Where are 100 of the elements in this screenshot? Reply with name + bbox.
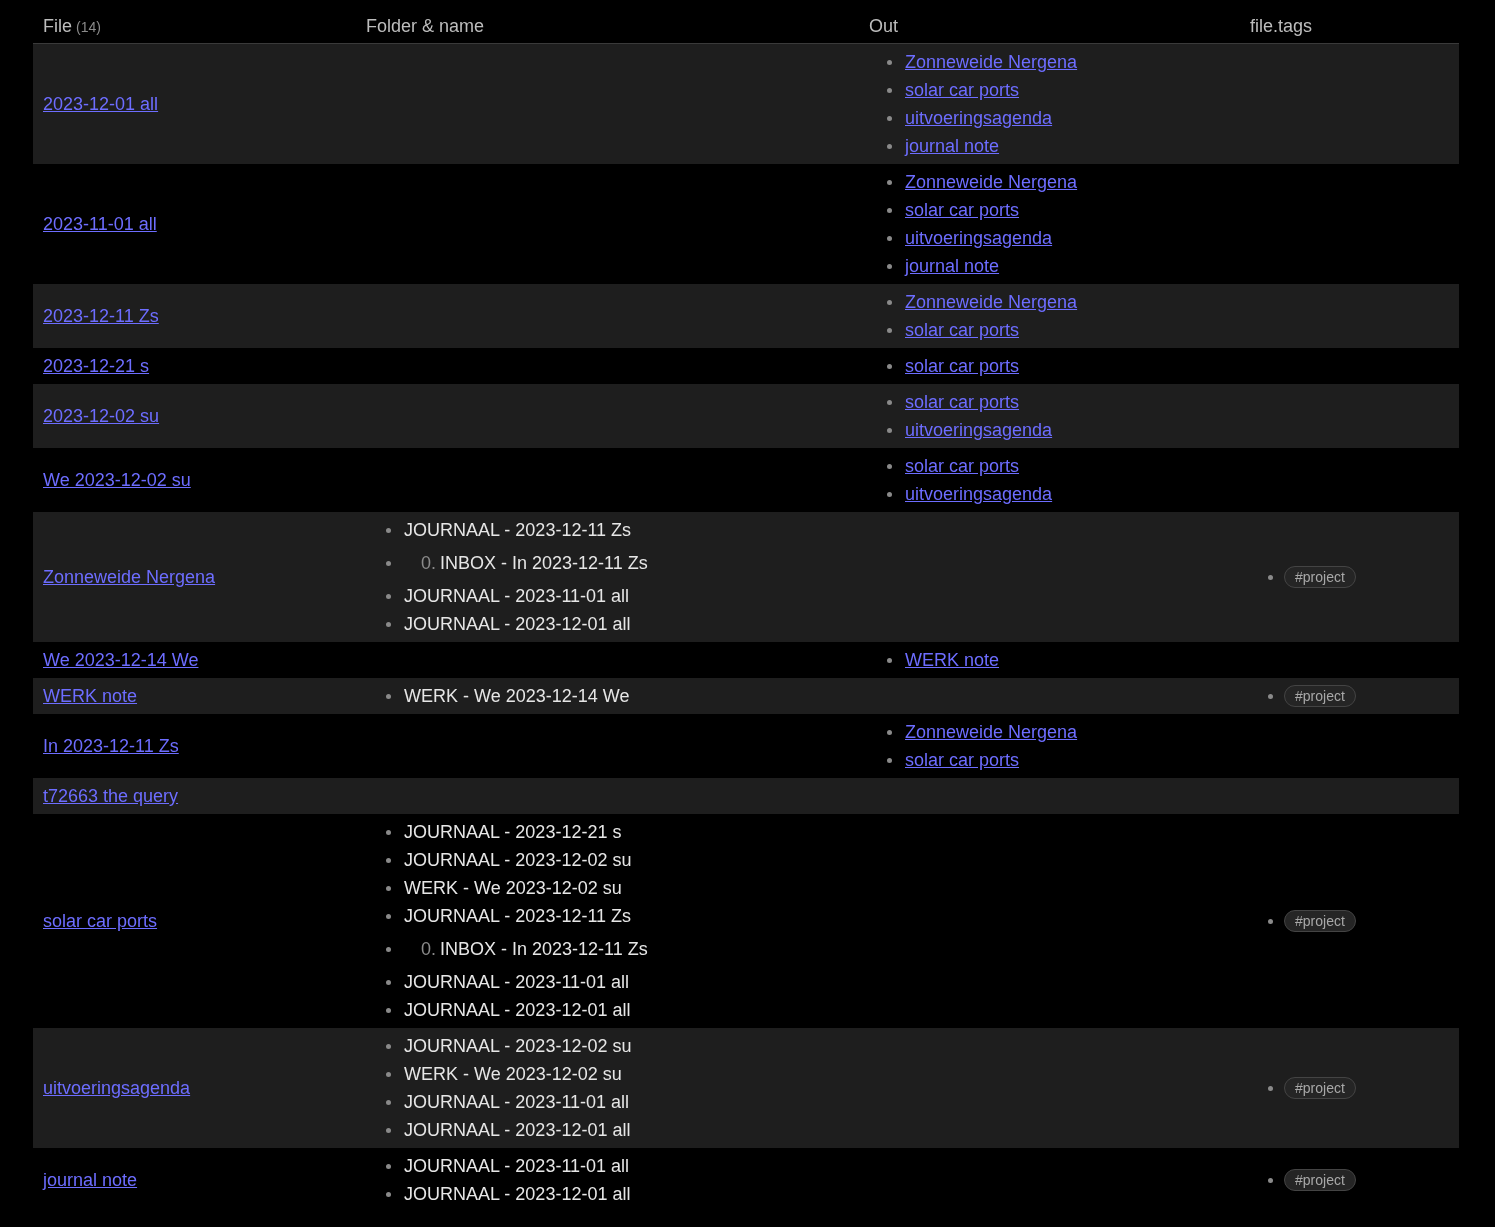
file-link[interactable]: We 2023-12-14 We [43, 650, 199, 670]
file-link[interactable]: WERK note [43, 686, 138, 706]
backlink-text: JOURNAAL - 2023-11-01 all [404, 1091, 630, 1113]
file-link[interactable]: 2023-12-21 s [43, 356, 150, 376]
backlink-text: JOURNAAL - 2023-12-02 su [404, 1035, 632, 1057]
bullet-icon [386, 829, 391, 835]
bullet-icon [887, 657, 892, 663]
bullet-icon [887, 757, 892, 763]
bullet-icon [887, 263, 892, 269]
backlink-text: JOURNAAL - 2023-11-01 all [404, 971, 630, 993]
bullet-icon [386, 560, 391, 566]
bullet-icon [386, 1099, 391, 1105]
outlink[interactable]: Zonneweide Nergena [905, 48, 1078, 76]
bullet-icon [887, 427, 892, 433]
bullet-icon [887, 87, 892, 93]
outlink[interactable]: solar car ports [905, 76, 1020, 104]
column-header: Folder & name [366, 16, 485, 37]
outlink[interactable]: Zonneweide Nergena [905, 168, 1078, 196]
bullet-icon [1268, 1085, 1273, 1091]
tag-pill[interactable]: #project [1284, 685, 1356, 707]
bullet-icon [386, 693, 391, 699]
outlink[interactable]: solar car ports [905, 452, 1020, 480]
list-number: 0. [421, 938, 436, 960]
backlink-text: JOURNAAL - 2023-12-01 all [404, 1119, 631, 1141]
column-header: File [43, 16, 72, 37]
backlink-text: INBOX - In 2023-12-11 Zs [440, 938, 648, 960]
bullet-icon [386, 979, 391, 985]
outlink[interactable]: uitvoeringsagenda [905, 224, 1053, 252]
outlink[interactable]: Zonneweide Nergena [905, 288, 1078, 316]
backlink-text: JOURNAAL - 2023-12-01 all [404, 1183, 631, 1205]
bullet-icon [1268, 918, 1273, 924]
backlink-text: INBOX - In 2023-12-11 Zs [440, 552, 648, 574]
backlink-text: JOURNAAL - 2023-11-01 all [404, 585, 630, 607]
tag-pill[interactable]: #project [1284, 1077, 1356, 1099]
backlink-text: WERK - We 2023-12-02 su [404, 1063, 622, 1085]
file-link[interactable]: 2023-12-01 all [43, 94, 159, 114]
bullet-icon [887, 143, 892, 149]
bullet-icon [887, 235, 892, 241]
outlink[interactable]: solar car ports [905, 746, 1020, 774]
file-link[interactable]: 2023-11-01 all [43, 214, 157, 234]
backlink-text: WERK - We 2023-12-02 su [404, 877, 622, 899]
bullet-icon [887, 729, 892, 735]
bullet-icon [386, 1007, 391, 1013]
outlink[interactable]: Zonneweide Nergena [905, 718, 1078, 746]
tag-pill[interactable]: #project [1284, 910, 1356, 932]
column-header: Out [869, 16, 898, 37]
bullet-icon [887, 207, 892, 213]
file-link[interactable]: uitvoeringsagenda [43, 1078, 191, 1098]
list-number: 0. [421, 552, 436, 574]
outlink[interactable]: WERK note [905, 646, 1000, 674]
outlink[interactable]: journal note [905, 132, 1000, 160]
file-link[interactable]: We 2023-12-02 su [43, 470, 191, 490]
backlink-text: JOURNAAL - 2023-12-11 Zs [404, 519, 632, 541]
bullet-icon [386, 913, 391, 919]
file-link[interactable]: solar car ports [43, 911, 158, 931]
bullet-icon [1268, 1177, 1273, 1183]
outlink[interactable]: solar car ports [905, 316, 1020, 344]
backlink-text: JOURNAAL - 2023-12-02 su [404, 849, 632, 871]
file-link[interactable]: In 2023-12-11 Zs [43, 736, 179, 756]
bullet-icon [386, 1071, 391, 1077]
bullet-icon [386, 1191, 391, 1197]
bullet-icon [887, 463, 892, 469]
outlink[interactable]: solar car ports [905, 352, 1020, 380]
bullet-icon [887, 363, 892, 369]
bullet-icon [386, 1127, 391, 1133]
bullet-icon [887, 115, 892, 121]
bullet-icon [887, 327, 892, 333]
file-link[interactable]: 2023-12-02 su [43, 406, 160, 426]
outlink[interactable]: solar car ports [905, 196, 1020, 224]
bullet-icon [386, 857, 391, 863]
row-count: (14) [76, 19, 101, 35]
bullet-icon [1268, 574, 1273, 580]
backlink-text: JOURNAAL - 2023-12-01 all [404, 613, 631, 635]
backlink-text: WERK - We 2023-12-14 We [404, 685, 630, 707]
tag-pill[interactable]: #project [1284, 566, 1356, 588]
tag-pill[interactable]: #project [1284, 1169, 1356, 1191]
backlink-text: JOURNAAL - 2023-12-11 Zs [404, 905, 632, 927]
outlink[interactable]: solar car ports [905, 388, 1020, 416]
file-link[interactable]: t72663 the query [43, 786, 179, 806]
backlink-text: JOURNAAL - 2023-12-21 s [404, 821, 622, 843]
column-header: file.tags [1250, 16, 1313, 37]
bullet-icon [386, 621, 391, 627]
file-link[interactable]: 2023-12-11 Zs [43, 306, 159, 326]
backlink-text: JOURNAAL - 2023-11-01 all [404, 1155, 630, 1177]
bullet-icon [386, 1043, 391, 1049]
bullet-icon [386, 593, 391, 599]
file-link[interactable]: Zonneweide Nergena [43, 567, 216, 587]
backlink-text: JOURNAAL - 2023-12-01 all [404, 999, 631, 1021]
bullet-icon [887, 179, 892, 185]
outlink[interactable]: uitvoeringsagenda [905, 104, 1053, 132]
outlink[interactable]: journal note [905, 252, 1000, 280]
file-link[interactable]: journal note [43, 1170, 138, 1190]
bullet-icon [887, 299, 892, 305]
bullet-icon [887, 491, 892, 497]
outlink[interactable]: uitvoeringsagenda [905, 480, 1053, 508]
bullet-icon [386, 946, 391, 952]
bullet-icon [386, 885, 391, 891]
bullet-icon [386, 527, 391, 533]
outlink[interactable]: uitvoeringsagenda [905, 416, 1053, 444]
bullet-icon [887, 59, 892, 65]
